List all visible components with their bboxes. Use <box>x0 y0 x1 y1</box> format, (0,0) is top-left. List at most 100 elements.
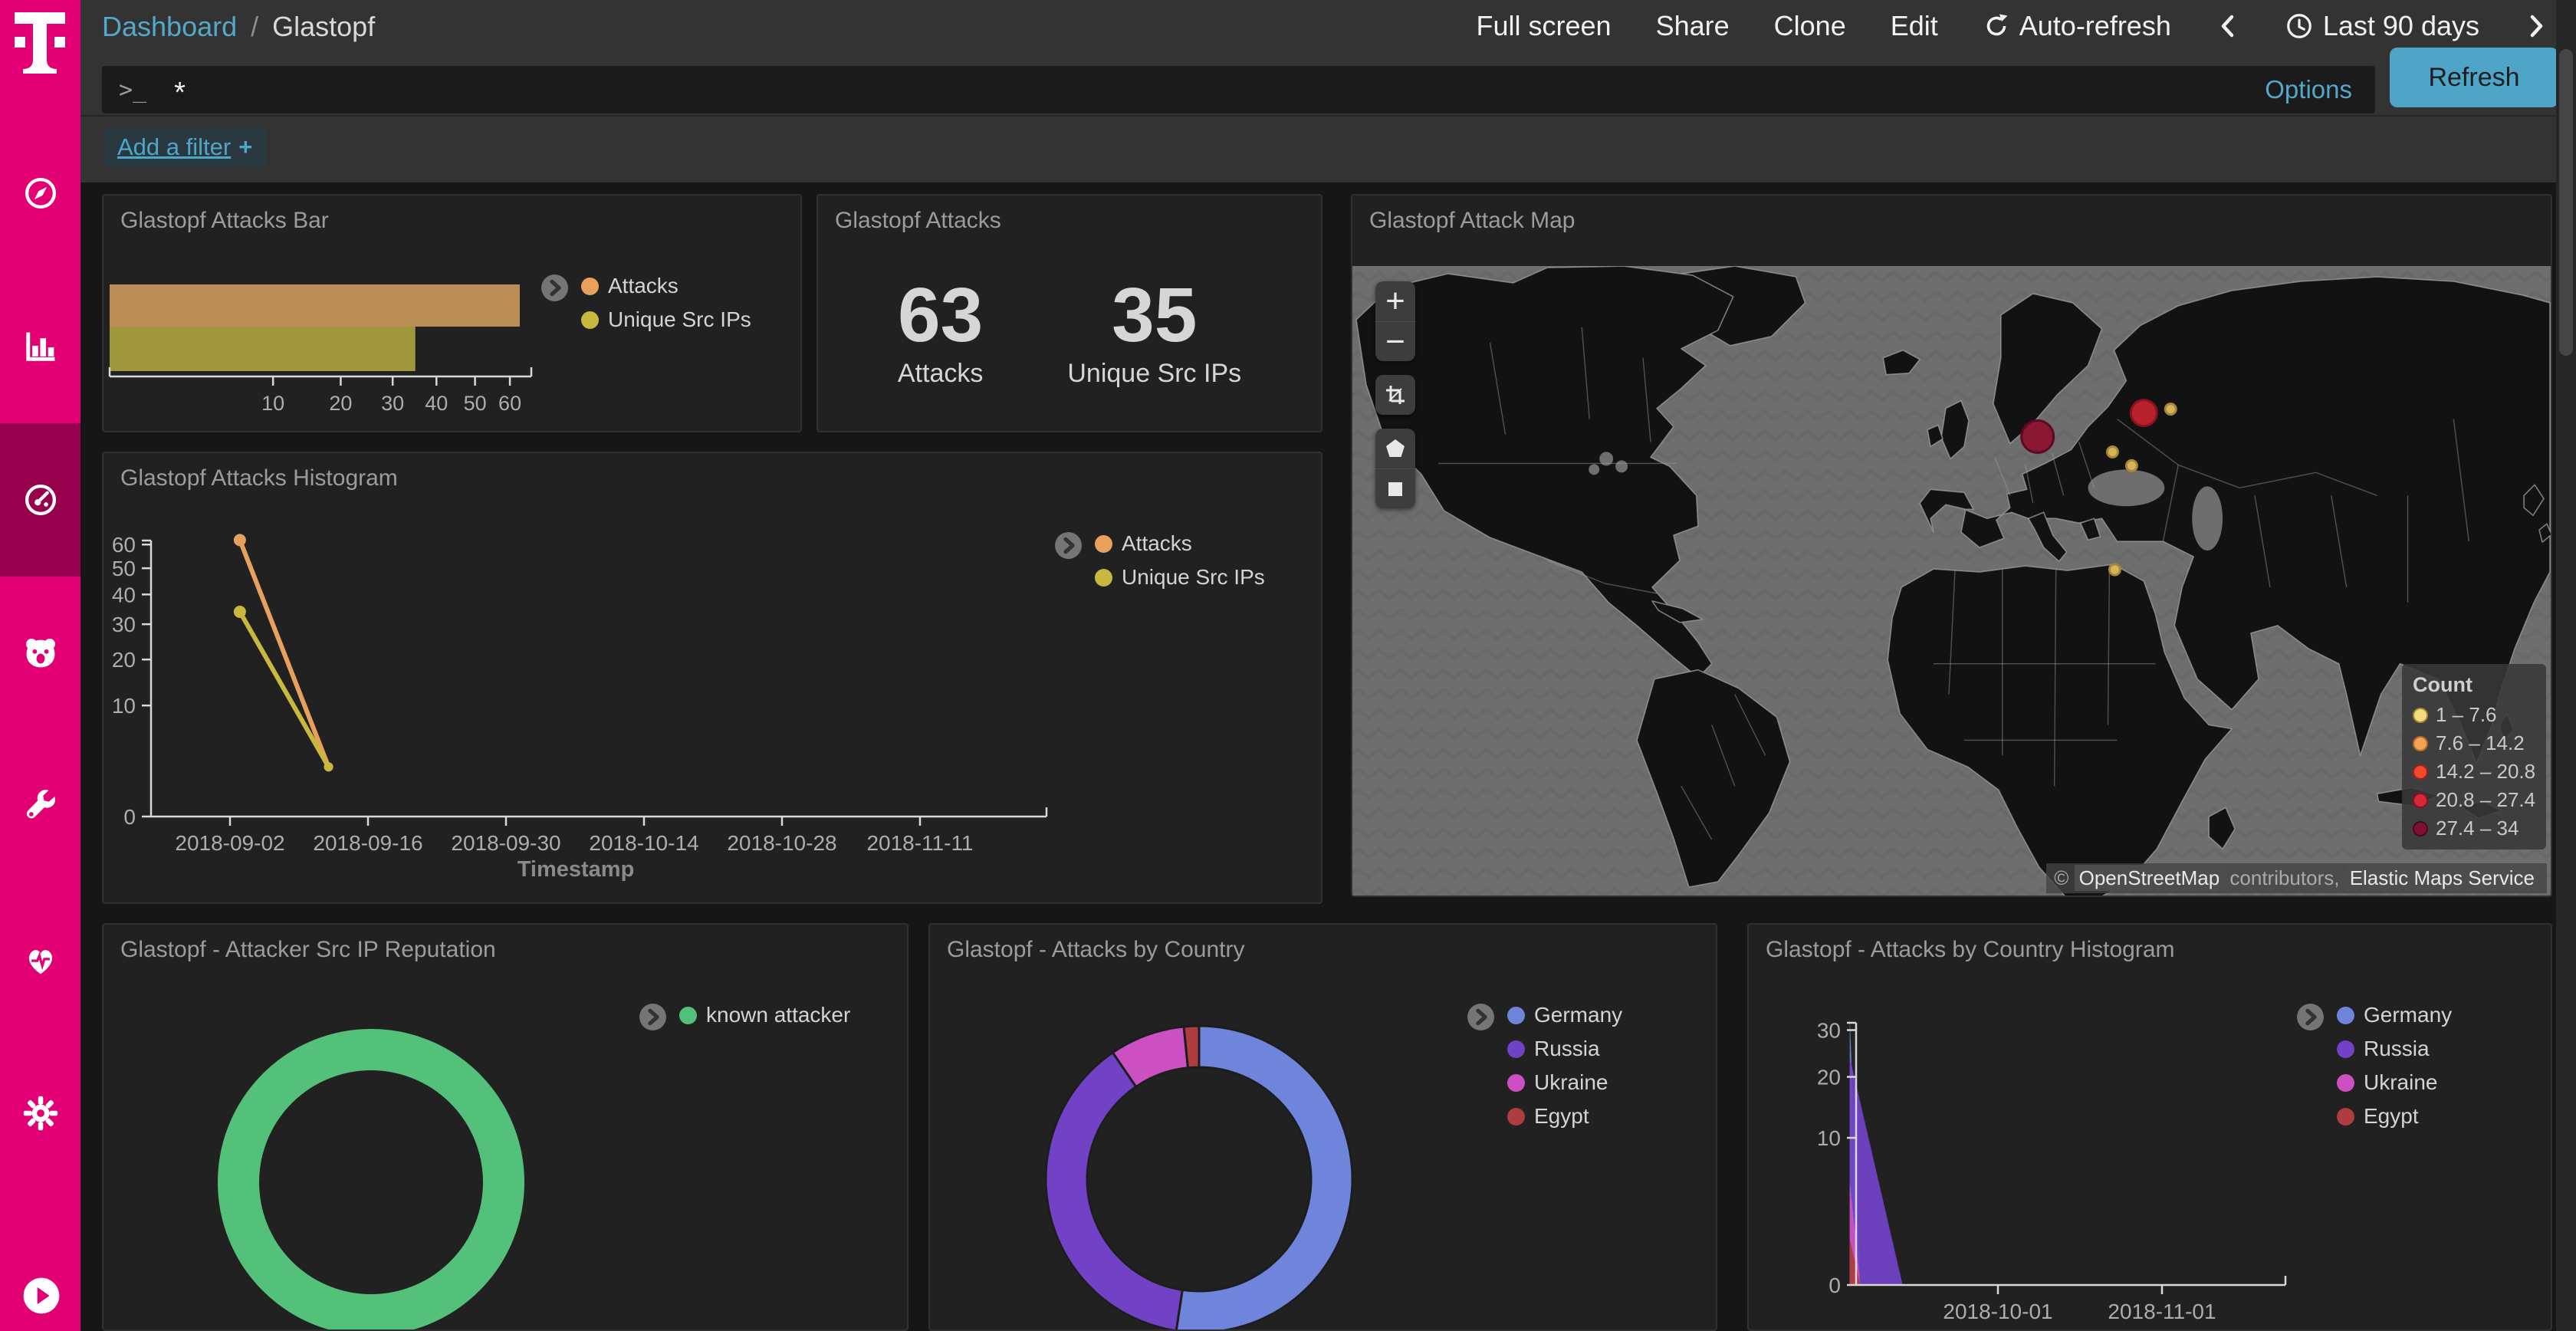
metric-label: Attacks <box>898 359 983 389</box>
world-map[interactable]: +− Count 1 – 7.67.6 – 14.214.2 – 20.820.… <box>1352 266 2551 897</box>
svg-text:2018-11-11: 2018-11-11 <box>866 831 973 855</box>
top-chrome: Dashboard / Glastopf Full screen Share C… <box>80 0 2576 115</box>
bear-icon <box>21 633 61 673</box>
legend-item[interactable]: Russia <box>1507 1037 1622 1061</box>
panel-attack-map: Glastopf Attack Map <box>1351 194 2552 897</box>
sidebar-item-management[interactable] <box>0 1037 80 1190</box>
sidebar-item-discover[interactable] <box>0 117 80 270</box>
legend-item[interactable]: Germany <box>2337 1003 2452 1027</box>
attack-location-point[interactable] <box>2131 400 2157 426</box>
clone-button[interactable]: Clone <box>1774 10 1846 42</box>
attack-location-point[interactable] <box>2109 564 2120 575</box>
fullscreen-button[interactable]: Full screen <box>1477 10 1612 42</box>
svg-text:Timestamp: Timestamp <box>518 857 635 882</box>
share-button[interactable]: Share <box>1656 10 1730 42</box>
add-filter-button[interactable]: Add a filter+ <box>104 127 266 167</box>
legend-label: Unique Src IPs <box>608 307 751 332</box>
svg-text:2018-09-16: 2018-09-16 <box>313 831 422 855</box>
map-zoom-out-button[interactable]: − <box>1375 321 1415 361</box>
sidebar-item-timelion[interactable] <box>0 577 80 730</box>
legend-color-dot <box>1095 569 1112 587</box>
auto-refresh-button[interactable]: Auto-refresh <box>1983 10 2171 42</box>
map-legend-item: 14.2 – 20.8 <box>2413 760 2535 784</box>
rectangle-icon <box>1384 478 1407 501</box>
osm-link[interactable]: OpenStreetMap <box>2075 865 2225 891</box>
edit-button[interactable]: Edit <box>1891 10 1938 42</box>
svg-text:60: 60 <box>112 533 136 557</box>
legend-color-dot <box>2337 1108 2354 1126</box>
svg-text:10: 10 <box>1817 1126 1841 1150</box>
legend-toggle-button[interactable] <box>639 1003 667 1035</box>
crop-icon <box>1384 383 1407 406</box>
breadcrumb: Dashboard / Glastopf <box>102 11 375 43</box>
attack-location-point[interactable] <box>2107 446 2118 457</box>
panel-by-country: Glastopf - Attacks by Country GermanyRus… <box>928 923 1717 1331</box>
legend-toggle-button[interactable] <box>540 274 569 306</box>
scrollbar-thumb[interactable] <box>2559 49 2573 356</box>
map-draw-polygon-button[interactable] <box>1375 429 1415 468</box>
svg-text:30: 30 <box>381 392 404 415</box>
scrollbar[interactable] <box>2556 0 2576 1331</box>
legend-item[interactable]: Attacks <box>581 274 751 298</box>
chevron-right-circle-icon <box>2296 1003 2325 1031</box>
sidebar-item-visualize[interactable] <box>0 270 80 423</box>
svg-text:50: 50 <box>464 392 487 415</box>
svg-text:10: 10 <box>112 694 136 718</box>
panel-title: Glastopf Attack Map <box>1369 208 1575 234</box>
ip-reputation-donut[interactable] <box>104 925 909 1331</box>
map-zoom-in-button[interactable]: + <box>1375 281 1415 321</box>
bar-chart-icon <box>21 327 61 366</box>
attack-location-point[interactable] <box>2022 421 2054 453</box>
legend-toggle-button[interactable] <box>1467 1003 1495 1035</box>
legend: Attacks Unique Src IPs <box>540 274 751 332</box>
time-next-button[interactable] <box>2524 11 2548 41</box>
map-draw-rectangle-button[interactable] <box>1375 468 1415 508</box>
sidebar-item-dashboard[interactable] <box>0 423 80 577</box>
legend-item[interactable]: Attacks <box>1095 531 1265 556</box>
query-value: * <box>174 77 186 110</box>
panel-attacks-bar: Glastopf Attacks Bar 102030405060 Attack… <box>102 194 802 432</box>
legend-item[interactable]: Ukraine <box>2337 1070 2452 1095</box>
legend: Attacks Unique Src IPs <box>1054 531 1265 590</box>
panel-ip-reputation: Glastopf - Attacker Src IP Reputation kn… <box>102 923 909 1331</box>
map-legend-item: 20.8 – 27.4 <box>2413 788 2535 812</box>
svg-text:10: 10 <box>261 392 284 415</box>
legend-color-dot <box>679 1007 697 1024</box>
attack-location-point[interactable] <box>2165 404 2176 415</box>
telekom-logo[interactable] <box>12 9 68 81</box>
ems-link[interactable]: Elastic Maps Service <box>2345 865 2539 891</box>
time-picker-button[interactable]: Last 90 days <box>2285 10 2479 42</box>
legend-toggle-button[interactable] <box>2296 1003 2325 1035</box>
legend-label: Attacks <box>608 274 678 298</box>
query-input[interactable]: >_ * Options <box>102 66 2375 113</box>
legend-item[interactable]: Ukraine <box>1507 1070 1622 1095</box>
legend-item[interactable]: known attacker <box>679 1003 850 1027</box>
query-options-link[interactable]: Options <box>2265 75 2352 104</box>
breadcrumb-separator: / <box>251 11 258 43</box>
attack-location-point[interactable] <box>2126 460 2137 471</box>
sidebar-item-dev-tools[interactable] <box>0 730 80 883</box>
map-crop-button[interactable] <box>1375 375 1415 415</box>
legend-item[interactable]: Germany <box>1507 1003 1622 1027</box>
legend-item[interactable]: Unique Src IPs <box>581 307 751 332</box>
sidebar-item-monitoring[interactable] <box>0 883 80 1037</box>
plus-icon: + <box>238 133 252 160</box>
legend-item[interactable]: Egypt <box>1507 1104 1622 1129</box>
map-legend-dot <box>2413 793 2428 808</box>
legend-item[interactable]: Egypt <box>2337 1104 2452 1129</box>
map-legend-dot <box>2413 708 2428 723</box>
metric-value: 35 <box>1067 275 1241 356</box>
legend-item[interactable]: Unique Src IPs <box>1095 565 1265 590</box>
svg-text:50: 50 <box>112 557 136 580</box>
legend-toggle-button[interactable] <box>1054 531 1083 564</box>
breadcrumb-dashboard-link[interactable]: Dashboard <box>102 11 237 43</box>
attacks-histogram-chart[interactable]: 01020304050602018-09-022018-09-162018-09… <box>104 453 1322 904</box>
panel-title: Glastopf Attacks <box>835 208 1001 234</box>
svg-text:40: 40 <box>112 583 136 606</box>
sidebar-expand-button[interactable] <box>20 1274 63 1317</box>
time-prev-button[interactable] <box>2216 11 2240 41</box>
map-controls: +− <box>1375 281 1415 522</box>
kibana-dashboard: Dashboard / Glastopf Full screen Share C… <box>0 0 2576 1331</box>
legend-item[interactable]: Russia <box>2337 1037 2452 1061</box>
refresh-button[interactable]: Refresh <box>2390 48 2558 107</box>
